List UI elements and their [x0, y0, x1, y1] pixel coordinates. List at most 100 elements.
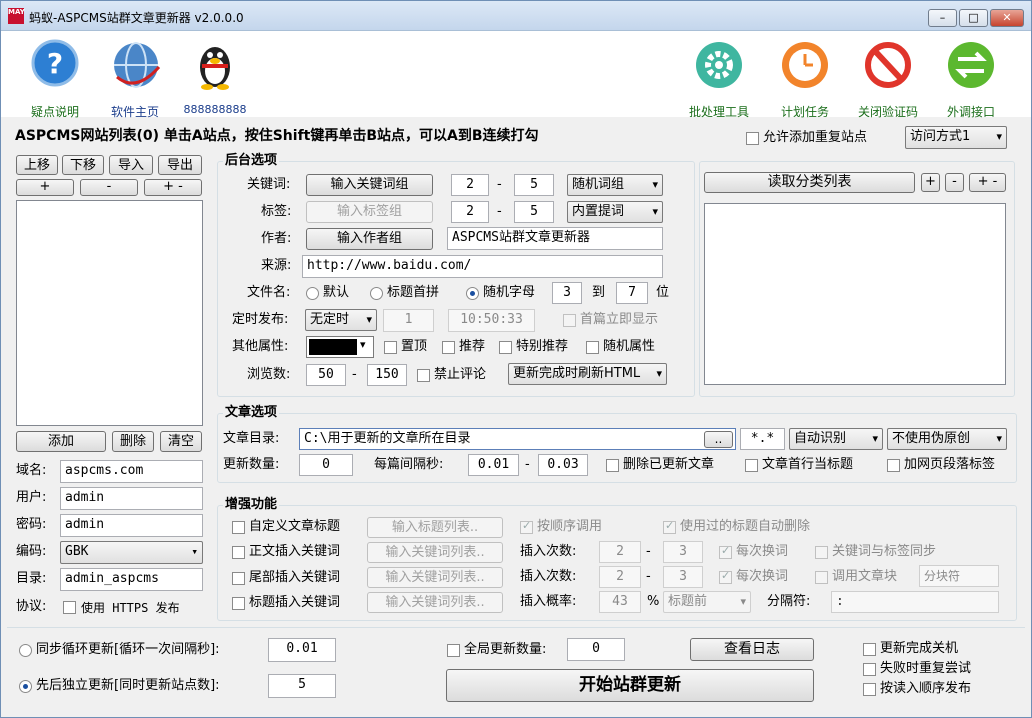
filename-min-input[interactable]: 3 [552, 282, 582, 304]
maximize-button[interactable]: □ [959, 9, 988, 27]
call-block-checkbox[interactable] [815, 571, 828, 584]
insert-probability-input[interactable]: 43 [599, 591, 641, 613]
keyword-min-input[interactable]: 2 [451, 174, 489, 196]
title-list-button[interactable]: 输入标题列表.. [367, 517, 503, 538]
ordered-publish-checkbox[interactable] [863, 683, 876, 696]
start-update-button[interactable]: 开始站群更新 [446, 669, 814, 702]
body-keyword-list-button[interactable]: 输入关键词列表.. [367, 542, 503, 563]
category-expand-button[interactable]: + [921, 173, 940, 192]
toolbar-batch-tool[interactable]: 批处理工具 [681, 35, 757, 119]
sync-loop-input[interactable]: 0.01 [268, 638, 336, 662]
author-input[interactable]: ASPCMS站群文章更新器 [447, 227, 663, 250]
article-dir-input[interactable]: C:\用于更新的文章所在目录 [299, 428, 736, 450]
interval-min-input[interactable]: 0.01 [468, 454, 519, 476]
toolbar-schedule[interactable]: 计划任务 [767, 35, 843, 119]
tag-mode-select[interactable]: 内置提词 [567, 201, 663, 223]
title-keyword-checkbox[interactable] [232, 597, 245, 610]
tail-insert-min-input[interactable]: 2 [599, 566, 641, 588]
directory-input[interactable]: admin_aspcms [60, 568, 203, 591]
encoding-select[interactable]: GBK [60, 541, 203, 564]
tag-max-input[interactable]: 5 [514, 201, 554, 223]
input-authors-button[interactable]: 输入作者组 [306, 228, 433, 250]
clear-sites-button[interactable]: 清空 [160, 431, 202, 452]
shutdown-checkbox[interactable] [863, 643, 876, 656]
body-keyword-checkbox[interactable] [232, 546, 245, 559]
toolbar-external-api[interactable]: 外调接口 [933, 35, 1009, 119]
category-collapse-button[interactable]: - [945, 173, 964, 192]
toolbar-help[interactable]: ? 疑点说明 [17, 35, 93, 119]
domain-input[interactable]: aspcms.com [60, 460, 203, 483]
filename-max-input[interactable]: 7 [616, 282, 648, 304]
delete-site-button[interactable]: 删除 [112, 431, 154, 452]
body-each-change-checkbox[interactable] [719, 544, 732, 559]
toolbar-qq[interactable]: 888888888 [177, 35, 253, 119]
tail-keyword-checkbox[interactable] [232, 572, 245, 585]
toolbar-close-captcha[interactable]: 关闭验证码 [850, 35, 926, 119]
views-max-input[interactable]: 150 [367, 364, 407, 386]
delete-updated-checkbox[interactable] [606, 459, 619, 472]
schedule-time-input[interactable]: 10:50:33 [448, 309, 535, 332]
random-attribute-checkbox[interactable] [586, 341, 599, 354]
tail-insert-max-input[interactable]: 3 [663, 566, 703, 588]
add-site-button[interactable]: 添加 [16, 431, 106, 452]
schedule-number-input[interactable]: 1 [383, 309, 434, 332]
toolbar-homepage[interactable]: 软件主页 [97, 35, 173, 119]
access-mode-select[interactable]: 访问方式1 [905, 126, 1007, 149]
allow-duplicate-checkbox[interactable] [746, 132, 759, 145]
keyword-mode-select[interactable]: 随机词组 [567, 174, 663, 196]
input-keywords-button[interactable]: 输入关键词组 [306, 174, 433, 196]
auto-delete-title-checkbox[interactable] [663, 519, 676, 534]
password-input[interactable]: admin [60, 514, 203, 537]
browse-button[interactable]: .. [704, 431, 733, 448]
detect-encoding-select[interactable]: 自动识别 [789, 428, 883, 450]
insert-position-select[interactable]: 标题前 [663, 591, 751, 613]
import-button[interactable]: 导入 [109, 155, 153, 175]
sequential-checkbox[interactable] [520, 519, 533, 534]
user-input[interactable]: admin [60, 487, 203, 510]
extension-input[interactable]: *.* [740, 428, 785, 450]
category-list[interactable] [704, 203, 1006, 385]
color-picker[interactable]: ▾ [306, 336, 374, 358]
sync-loop-radio[interactable] [19, 644, 32, 657]
separator-input[interactable]: : [831, 591, 999, 613]
body-insert-max-input[interactable]: 3 [663, 541, 703, 563]
first-line-title-checkbox[interactable] [745, 459, 758, 472]
minimize-button[interactable]: – [928, 9, 957, 27]
refresh-html-select[interactable]: 更新完成时刷新HTML [508, 363, 667, 385]
update-count-input[interactable]: 0 [299, 454, 353, 476]
schedule-mode-select[interactable]: 无定时 [305, 309, 377, 331]
body-insert-min-input[interactable]: 2 [599, 541, 641, 563]
paragraph-tag-checkbox[interactable] [887, 459, 900, 472]
close-button[interactable]: ✕ [990, 9, 1024, 27]
move-down-button[interactable]: 下移 [62, 155, 104, 175]
filename-pinyin-radio[interactable] [370, 287, 383, 300]
move-up-button[interactable]: 上移 [16, 155, 58, 175]
interval-max-input[interactable]: 0.03 [538, 454, 588, 476]
filename-default-radio[interactable] [306, 287, 319, 300]
top-checkbox[interactable] [384, 341, 397, 354]
title-keyword-list-button[interactable]: 输入关键词列表.. [367, 592, 503, 613]
tail-each-change-checkbox[interactable] [719, 569, 732, 584]
filename-random-radio[interactable] [466, 287, 479, 300]
first-show-checkbox[interactable] [563, 314, 576, 327]
input-tags-button[interactable]: 输入标签组 [306, 201, 433, 223]
https-checkbox[interactable] [63, 601, 76, 614]
tail-keyword-list-button[interactable]: 输入关键词列表.. [367, 567, 503, 588]
independent-radio[interactable] [19, 680, 32, 693]
collapse-all-button[interactable]: - [80, 179, 138, 196]
no-comment-checkbox[interactable] [417, 369, 430, 382]
views-min-input[interactable]: 50 [306, 364, 346, 386]
keyword-tag-sync-checkbox[interactable] [815, 546, 828, 559]
keyword-max-input[interactable]: 5 [514, 174, 554, 196]
block-separator-input[interactable]: 分块符 [919, 565, 999, 587]
site-list[interactable] [16, 200, 203, 426]
export-button[interactable]: 导出 [158, 155, 202, 175]
independent-input[interactable]: 5 [268, 674, 336, 698]
tag-min-input[interactable]: 2 [451, 201, 489, 223]
recommend-checkbox[interactable] [442, 341, 455, 354]
pseudo-original-select[interactable]: 不使用伪原创 [887, 428, 1007, 450]
custom-title-checkbox[interactable] [232, 521, 245, 534]
source-input[interactable]: http://www.baidu.com/ [302, 255, 663, 278]
read-categories-button[interactable]: 读取分类列表 [704, 172, 915, 193]
toggle-all-button[interactable]: + - [144, 179, 202, 196]
